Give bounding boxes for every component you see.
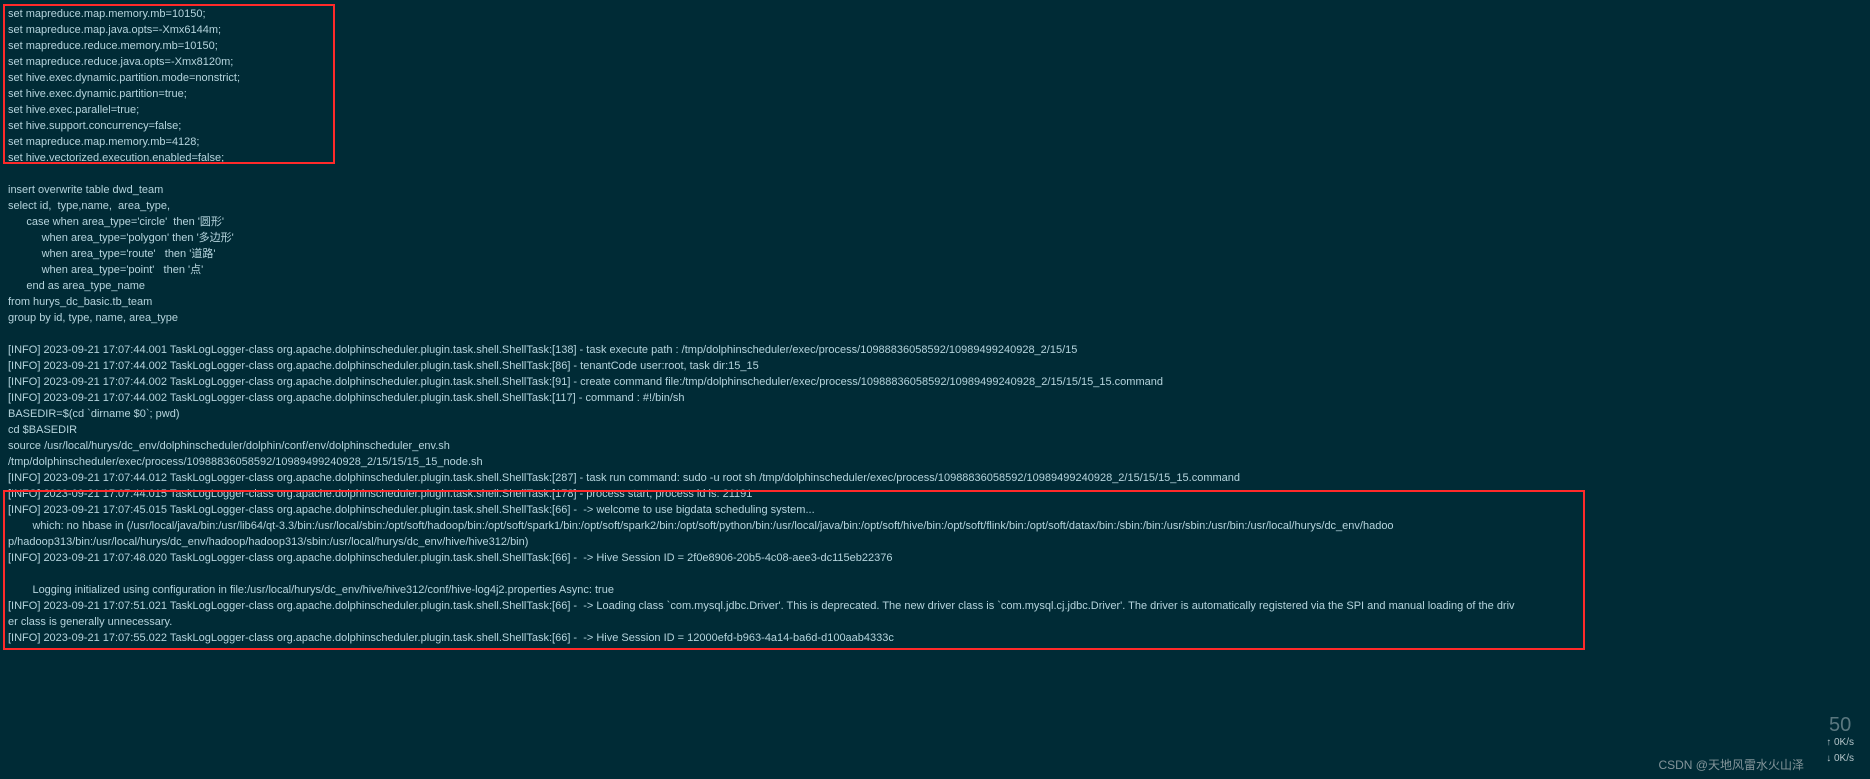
- log-line: [INFO] 2023-09-21 17:07:44.012 TaskLogLo…: [8, 470, 1870, 486]
- log-line: /tmp/dolphinscheduler/exec/process/10988…: [8, 454, 1870, 470]
- sql-line: insert overwrite table dwd_team: [8, 182, 1870, 198]
- netspeed-value: 50: [1826, 715, 1854, 735]
- config-line: set mapreduce.map.memory.mb=4128;: [8, 134, 1870, 150]
- config-line: set hive.support.concurrency=false;: [8, 118, 1870, 134]
- netspeed-down: ↓ 0K/s: [1826, 751, 1854, 767]
- log-line: [INFO] 2023-09-21 17:07:44.001 TaskLogLo…: [8, 342, 1870, 358]
- netspeed-up: ↑ 0K/s: [1826, 735, 1854, 751]
- log-line: er class is generally unnecessary.: [8, 614, 1870, 630]
- execution-log-block: [INFO] 2023-09-21 17:07:44.001 TaskLogLo…: [8, 342, 1870, 646]
- config-line: set mapreduce.reduce.memory.mb=10150;: [8, 38, 1870, 54]
- log-line: p/hadoop313/bin:/usr/local/hurys/dc_env/…: [8, 534, 1870, 550]
- log-line: [INFO] 2023-09-21 17:07:51.021 TaskLogLo…: [8, 598, 1870, 614]
- log-line: [INFO] 2023-09-21 17:07:44.002 TaskLogLo…: [8, 374, 1870, 390]
- netspeed-widget: 50 ↑ 0K/s ↓ 0K/s: [1826, 715, 1854, 767]
- sql-query-block: insert overwrite table dwd_teamselect id…: [8, 166, 1870, 342]
- sql-line: when area_type='point' then '点': [8, 262, 1870, 278]
- config-line: set hive.exec.parallel=true;: [8, 102, 1870, 118]
- log-line: [INFO] 2023-09-21 17:07:44.002 TaskLogLo…: [8, 358, 1870, 374]
- csdn-watermark: CSDN @天地风雷水火山泽: [1658, 757, 1804, 773]
- config-line: set hive.exec.dynamic.partition.mode=non…: [8, 70, 1870, 86]
- log-line: [8, 566, 1870, 582]
- config-line: set mapreduce.map.memory.mb=10150;: [8, 6, 1870, 22]
- sql-line: case when area_type='circle' then '圆形': [8, 214, 1870, 230]
- log-line: [INFO] 2023-09-21 17:07:48.020 TaskLogLo…: [8, 550, 1870, 566]
- config-line: set mapreduce.reduce.java.opts=-Xmx8120m…: [8, 54, 1870, 70]
- sql-line: when area_type='polygon' then '多边形': [8, 230, 1870, 246]
- log-line: which: no hbase in (/usr/local/java/bin:…: [8, 518, 1870, 534]
- log-line: [INFO] 2023-09-21 17:07:44.002 TaskLogLo…: [8, 390, 1870, 406]
- log-line: BASEDIR=$(cd `dirname $0`; pwd): [8, 406, 1870, 422]
- config-line: set hive.vectorized.execution.enabled=fa…: [8, 150, 1870, 166]
- sql-line: [8, 326, 1870, 342]
- config-line: set hive.exec.dynamic.partition=true;: [8, 86, 1870, 102]
- log-line: source /usr/local/hurys/dc_env/dolphinsc…: [8, 438, 1870, 454]
- log-line: [INFO] 2023-09-21 17:07:55.022 TaskLogLo…: [8, 630, 1870, 646]
- config-line: set mapreduce.map.java.opts=-Xmx6144m;: [8, 22, 1870, 38]
- terminal-log-output: set mapreduce.map.memory.mb=10150;set ma…: [0, 0, 1870, 646]
- sql-line: select id, type,name, area_type,: [8, 198, 1870, 214]
- log-line: [INFO] 2023-09-21 17:07:44.015 TaskLogLo…: [8, 486, 1870, 502]
- log-line: [INFO] 2023-09-21 17:07:45.015 TaskLogLo…: [8, 502, 1870, 518]
- sql-line: end as area_type_name: [8, 278, 1870, 294]
- sql-line: when area_type='route' then '道路': [8, 246, 1870, 262]
- sql-line: [8, 166, 1870, 182]
- sql-line: from hurys_dc_basic.tb_team: [8, 294, 1870, 310]
- hive-config-block: set mapreduce.map.memory.mb=10150;set ma…: [8, 6, 1870, 166]
- log-line: cd $BASEDIR: [8, 422, 1870, 438]
- sql-line: group by id, type, name, area_type: [8, 310, 1870, 326]
- log-line: Logging initialized using configuration …: [8, 582, 1870, 598]
